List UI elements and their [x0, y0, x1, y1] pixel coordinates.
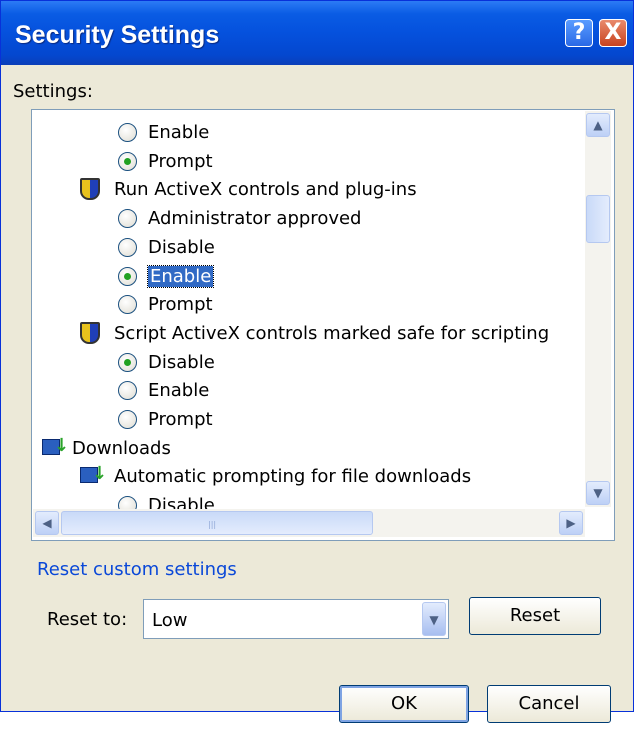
- horizontal-scrollbar[interactable]: ◀ ||| ▶: [33, 509, 585, 537]
- radio-checked-icon[interactable]: [118, 352, 137, 372]
- title-bar[interactable]: Security Settings ? X: [1, 1, 633, 65]
- dialog-title: Security Settings: [15, 21, 220, 49]
- vertical-scroll-thumb[interactable]: [586, 195, 610, 243]
- tree-item-label: Script ActiveX controls marked safe for …: [114, 322, 550, 344]
- security-settings-dialog: Security Settings ? X Settings: Enable Pr…: [0, 0, 634, 723]
- settings-label: Settings:: [13, 81, 93, 102]
- settings-tree[interactable]: Enable Prompt Run ActiveX controls and plu…: [31, 109, 615, 541]
- downloads-icon: ↓: [42, 436, 69, 459]
- ok-button[interactable]: OK: [339, 685, 469, 723]
- tree-item-label: Enable: [146, 264, 215, 288]
- close-button[interactable]: X: [599, 19, 627, 47]
- tree-item-label: Enable: [148, 122, 210, 143]
- tree-item-label: Disable: [148, 351, 215, 373]
- radio-checked-icon[interactable]: [118, 266, 137, 286]
- radio-unchecked-icon[interactable]: [118, 237, 137, 257]
- tree-item-label: Run ActiveX controls and plug-ins: [114, 179, 417, 201]
- tree-item-label: Disable: [148, 236, 215, 258]
- shield-icon: [80, 321, 100, 344]
- cancel-button[interactable]: Cancel: [487, 685, 611, 723]
- reset-button[interactable]: Reset: [469, 597, 601, 635]
- tree-item-label: Prompt: [148, 294, 213, 316]
- tree-item-label: Enable: [148, 380, 210, 402]
- tree-item-label: Downloads: [72, 437, 171, 459]
- radio-unchecked-icon[interactable]: [118, 295, 137, 315]
- tree-item-label: Prompt: [148, 409, 213, 430]
- scroll-down-button[interactable]: ▼: [586, 481, 610, 505]
- reset-custom-settings-link[interactable]: Reset custom settings: [37, 559, 237, 580]
- reset-to-label: Reset to:: [47, 609, 128, 630]
- radio-unchecked-icon[interactable]: [118, 381, 137, 401]
- scroll-right-button[interactable]: ▶: [559, 511, 583, 535]
- tree-item-label: Automatic prompting for file downloads: [114, 466, 472, 488]
- tree-item-label: Prompt: [148, 150, 213, 172]
- downloads-icon: ↓: [80, 465, 107, 487]
- vertical-scrollbar[interactable]: ▲ ▼: [585, 111, 611, 507]
- radio-unchecked-icon[interactable]: [118, 209, 137, 229]
- help-button[interactable]: ?: [565, 19, 593, 47]
- scroll-left-button[interactable]: ◀: [35, 511, 59, 535]
- scroll-up-button[interactable]: ▲: [586, 113, 610, 137]
- tree-item-label: Administrator approved: [148, 208, 362, 230]
- reset-level-value: Low: [152, 610, 188, 631]
- shield-icon: [80, 178, 100, 201]
- radio-unchecked-icon[interactable]: [118, 123, 137, 142]
- radio-unchecked-icon[interactable]: [118, 410, 137, 429]
- reset-level-select[interactable]: Low ▼: [143, 599, 449, 639]
- horizontal-scroll-thumb[interactable]: |||: [61, 511, 373, 535]
- radio-checked-icon[interactable]: [118, 151, 137, 171]
- chevron-down-icon[interactable]: ▼: [422, 602, 446, 636]
